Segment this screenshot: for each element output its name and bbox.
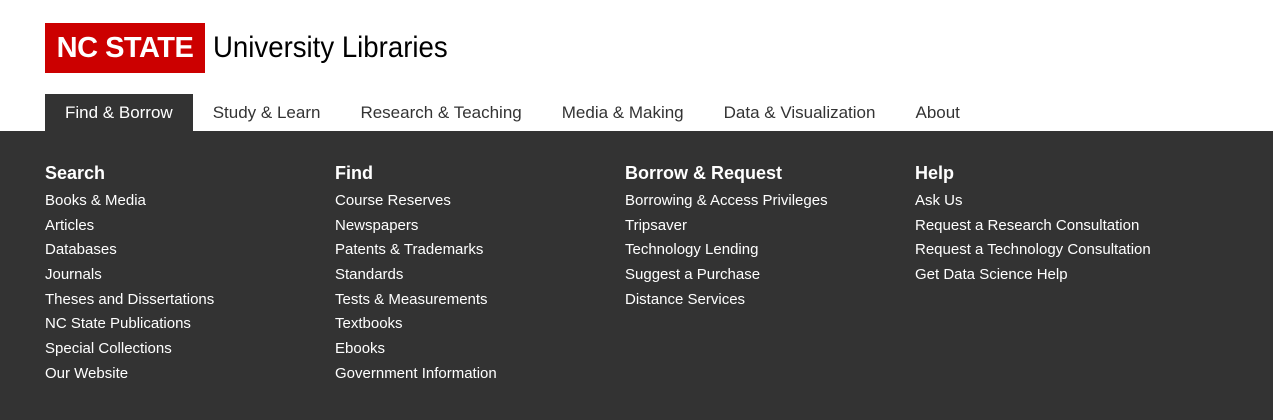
menu-list-find: Course Reserves Newspapers Patents & Tra… xyxy=(335,191,615,389)
menu-link-special-collections[interactable]: Special Collections xyxy=(45,339,325,364)
menu-link-research-consultation[interactable]: Request a Research Consultation xyxy=(915,216,1195,241)
menu-link-technology-lending[interactable]: Technology Lending xyxy=(625,240,905,265)
menu-link-newspapers[interactable]: Newspapers xyxy=(335,216,615,241)
nav-tab-research-teaching[interactable]: Research & Teaching xyxy=(340,94,541,131)
menu-link-journals[interactable]: Journals xyxy=(45,265,325,290)
menu-heading-search: Search xyxy=(45,163,106,183)
menu-link-course-reserves[interactable]: Course Reserves xyxy=(335,191,615,216)
menu-column-borrow-request: Borrow & Request Borrowing & Access Priv… xyxy=(625,161,905,314)
menu-list-borrow-request: Borrowing & Access Privileges Tripsaver … xyxy=(625,191,905,314)
menu-link-theses-dissertations[interactable]: Theses and Dissertations xyxy=(45,290,325,315)
nav-tab-media-making[interactable]: Media & Making xyxy=(542,94,704,131)
menu-link-suggest-purchase[interactable]: Suggest a Purchase xyxy=(625,265,905,290)
nav-tab-data-visualization[interactable]: Data & Visualization xyxy=(704,94,896,131)
menu-list-search: Books & Media Articles Databases Journal… xyxy=(45,191,325,389)
menu-heading-help: Help xyxy=(915,163,955,183)
menu-link-distance-services[interactable]: Distance Services xyxy=(625,290,905,315)
menu-link-articles[interactable]: Articles xyxy=(45,216,325,241)
menu-link-ebooks[interactable]: Ebooks xyxy=(335,339,615,364)
menu-link-borrowing-access-privileges[interactable]: Borrowing & Access Privileges xyxy=(625,191,905,216)
menu-link-data-science-help[interactable]: Get Data Science Help xyxy=(915,265,1195,290)
menu-link-tripsaver[interactable]: Tripsaver xyxy=(625,216,905,241)
menu-link-technology-consultation[interactable]: Request a Technology Consultation xyxy=(915,240,1195,265)
site-header: NC STATE University Libraries Find & Bor… xyxy=(0,0,1273,131)
nav-tab-find-borrow[interactable]: Find & Borrow xyxy=(45,94,193,131)
menu-link-textbooks[interactable]: Textbooks xyxy=(335,314,615,339)
menu-column-find: Find Course Reserves Newspapers Patents … xyxy=(335,161,615,389)
menu-link-tests-measurements[interactable]: Tests & Measurements xyxy=(335,290,615,315)
menu-link-books-media[interactable]: Books & Media xyxy=(45,191,325,216)
university-libraries-title[interactable]: University Libraries xyxy=(213,28,448,68)
menu-column-help: Help Ask Us Request a Research Consultat… xyxy=(915,161,1195,290)
menu-link-nc-state-publications[interactable]: NC State Publications xyxy=(45,314,325,339)
nc-state-logo[interactable]: NC STATE xyxy=(45,23,205,73)
menu-heading-find: Find xyxy=(335,163,373,183)
nav-tab-study-learn[interactable]: Study & Learn xyxy=(193,94,341,131)
menu-heading-borrow-request: Borrow & Request xyxy=(625,163,783,183)
menu-link-patents-trademarks[interactable]: Patents & Trademarks xyxy=(335,240,615,265)
menu-link-government-information[interactable]: Government Information xyxy=(335,364,615,389)
menu-link-our-website[interactable]: Our Website xyxy=(45,364,325,389)
menu-link-ask-us[interactable]: Ask Us xyxy=(915,191,1195,216)
menu-link-databases[interactable]: Databases xyxy=(45,240,325,265)
menu-link-standards[interactable]: Standards xyxy=(335,265,615,290)
menu-column-search: Search Books & Media Articles Databases … xyxy=(45,161,325,389)
main-nav: Find & Borrow Study & Learn Research & T… xyxy=(45,94,980,131)
find-borrow-dropdown-menu: Search Books & Media Articles Databases … xyxy=(0,131,1273,420)
menu-list-help: Ask Us Request a Research Consultation R… xyxy=(915,191,1195,290)
nav-tab-about[interactable]: About xyxy=(895,94,979,131)
